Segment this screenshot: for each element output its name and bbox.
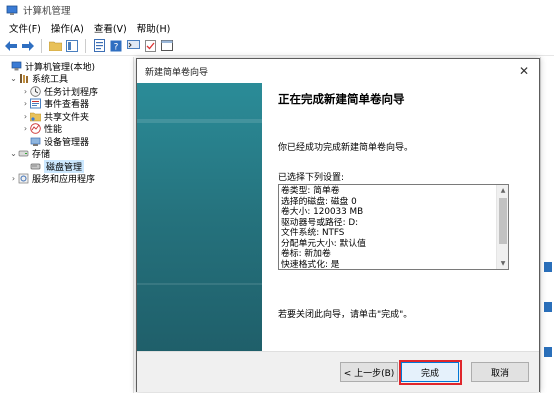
toolbar-separator: [41, 38, 42, 53]
listbox-scrollbar[interactable]: ▲ ▼: [496, 185, 508, 269]
svg-text:?: ?: [114, 42, 119, 52]
settings-line: 卷大小: 120033 MB: [281, 207, 364, 217]
tree-item-label: 磁盘管理: [44, 159, 85, 173]
panel-icon[interactable]: [160, 39, 174, 53]
menu-file[interactable]: 文件(F): [4, 21, 46, 35]
disk-partition-marker: [544, 262, 552, 272]
forward-arrow-icon[interactable]: [21, 39, 35, 53]
menubar: 文件(F) 操作(A) 查看(V) 帮助(H): [0, 20, 554, 36]
tree-item-label: 事件查看器: [44, 100, 90, 111]
tree-expander[interactable]: ⌄: [9, 74, 18, 83]
back-button[interactable]: < 上一步(B): [340, 362, 398, 382]
tree-expander[interactable]: ›: [21, 99, 30, 108]
main-content-edge: [540, 57, 554, 393]
console-icon[interactable]: [126, 39, 140, 53]
tree-item-label: 系统工具: [32, 75, 69, 86]
disk-partition-marker: [544, 302, 552, 312]
back-arrow-icon[interactable]: [4, 39, 18, 53]
tree-item-disk-management[interactable]: 磁盘管理: [0, 159, 133, 173]
wizard-closing-text: 若要关闭此向导，请单击"完成"。: [278, 310, 413, 320]
toolbar: ?: [0, 36, 554, 56]
tree-item-label: 共享文件夹: [44, 112, 90, 123]
scroll-down-icon[interactable]: ▼: [497, 258, 508, 269]
help-icon[interactable]: ?: [109, 39, 123, 53]
settings-line: 分配单元大小: 默认值: [281, 238, 366, 249]
dialog-footer: < 上一步(B) 完成 取消: [137, 351, 539, 392]
cancel-button[interactable]: 取消: [471, 362, 529, 382]
tools-icon: [20, 74, 28, 84]
device-manager-icon: [30, 137, 41, 146]
folder-up-icon[interactable]: [48, 39, 62, 53]
wizard-heading: 正在完成新建简单卷向导: [278, 92, 405, 106]
clock-icon: [30, 86, 41, 97]
settings-line: 选择的磁盘: 磁盘 0: [281, 196, 357, 207]
tree-item-label: 任务计划程序: [44, 87, 99, 98]
tree-item-label: 存储: [32, 150, 51, 161]
check-icon[interactable]: [143, 39, 157, 53]
tree-item-event-viewer[interactable]: › 事件查看器: [0, 98, 133, 111]
banner-stripe: [137, 119, 262, 123]
services-icon: [18, 173, 29, 184]
performance-icon: [30, 123, 41, 135]
tree-item-label: 服务和应用程序: [32, 175, 96, 186]
settings-line: 卷标: 新加卷: [281, 249, 331, 259]
window-title: 计算机管理: [23, 6, 71, 17]
settings-line: 驱动器号或路径: D:: [281, 217, 359, 228]
tree-item-computer-management[interactable]: 计算机管理(本地): [0, 60, 133, 73]
tree-item-performance[interactable]: › 性能: [0, 123, 133, 136]
settings-line: 卷类型: 简单卷: [281, 186, 340, 196]
show-tree-icon[interactable]: [65, 39, 79, 53]
console-tree: 计算机管理(本地) ⌄ 系统工具 › 任务计划程序 › 事件查看器 › 共享文件…: [0, 57, 134, 393]
storage-icon: [18, 150, 29, 157]
menu-view[interactable]: 查看(V): [89, 21, 132, 35]
tree-expander[interactable]: ⌄: [9, 149, 18, 158]
scroll-up-icon[interactable]: ▲: [497, 185, 508, 196]
settings-listbox[interactable]: 卷类型: 简单卷 选择的磁盘: 磁盘 0 卷大小: 120033 MB 驱动器号…: [278, 184, 509, 270]
wizard-content: 正在完成新建简单卷向导 你已经成功完成新建简单卷向导。 已选择下列设置: 卷类型…: [262, 83, 539, 351]
close-icon[interactable]: ✕: [515, 62, 533, 80]
scrollbar-thumb[interactable]: [499, 198, 507, 244]
wizard-banner: [137, 83, 262, 351]
window-titlebar: 计算机管理: [0, 0, 554, 20]
tree-item-device-manager[interactable]: 设备管理器: [0, 135, 133, 148]
tree-expander[interactable]: ›: [21, 87, 30, 96]
tree-item-storage[interactable]: ⌄ 存储: [0, 148, 133, 161]
properties-icon[interactable]: [92, 39, 106, 53]
shared-folder-icon: [30, 112, 41, 121]
new-simple-volume-wizard: 新建简单卷向导 ✕ 正在完成新建简单卷向导 你已经成功完成新建简单卷向导。 已选…: [136, 58, 540, 392]
menu-action[interactable]: 操作(A): [46, 21, 89, 35]
dialog-title: 新建简单卷向导: [145, 67, 209, 78]
settings-line: 文件系统: NTFS: [281, 228, 345, 238]
menu-help[interactable]: 帮助(H): [132, 21, 176, 35]
disk-icon: [30, 163, 41, 170]
finish-button[interactable]: 完成: [401, 362, 459, 382]
tree-item-system-tools[interactable]: ⌄ 系统工具: [0, 73, 133, 86]
tree-item-label: 计算机管理(本地): [25, 62, 96, 73]
tree-item-task-scheduler[interactable]: › 任务计划程序: [0, 85, 133, 98]
tree-item-services-and-applications[interactable]: › 服务和应用程序: [0, 173, 133, 186]
settings-line: 快速格式化: 是: [281, 259, 340, 270]
computer-management-icon: [6, 5, 18, 15]
toolbar-separator: [85, 38, 86, 53]
banner-stripe: [137, 283, 262, 285]
tree-expander[interactable]: ›: [21, 124, 30, 133]
tree-item-shared-folders[interactable]: › 共享文件夹: [0, 110, 133, 123]
settings-list-label: 已选择下列设置:: [278, 173, 345, 183]
tree-expander[interactable]: ›: [9, 174, 18, 183]
tree-item-label: 性能: [44, 125, 63, 136]
event-viewer-icon: [30, 98, 41, 109]
tree-expander[interactable]: ›: [21, 112, 30, 121]
disk-partition-marker: [544, 347, 552, 357]
tree-item-label: 设备管理器: [44, 137, 90, 148]
wizard-intro: 你已经成功完成新建简单卷向导。: [278, 143, 414, 153]
computer-management-icon: [11, 61, 22, 71]
